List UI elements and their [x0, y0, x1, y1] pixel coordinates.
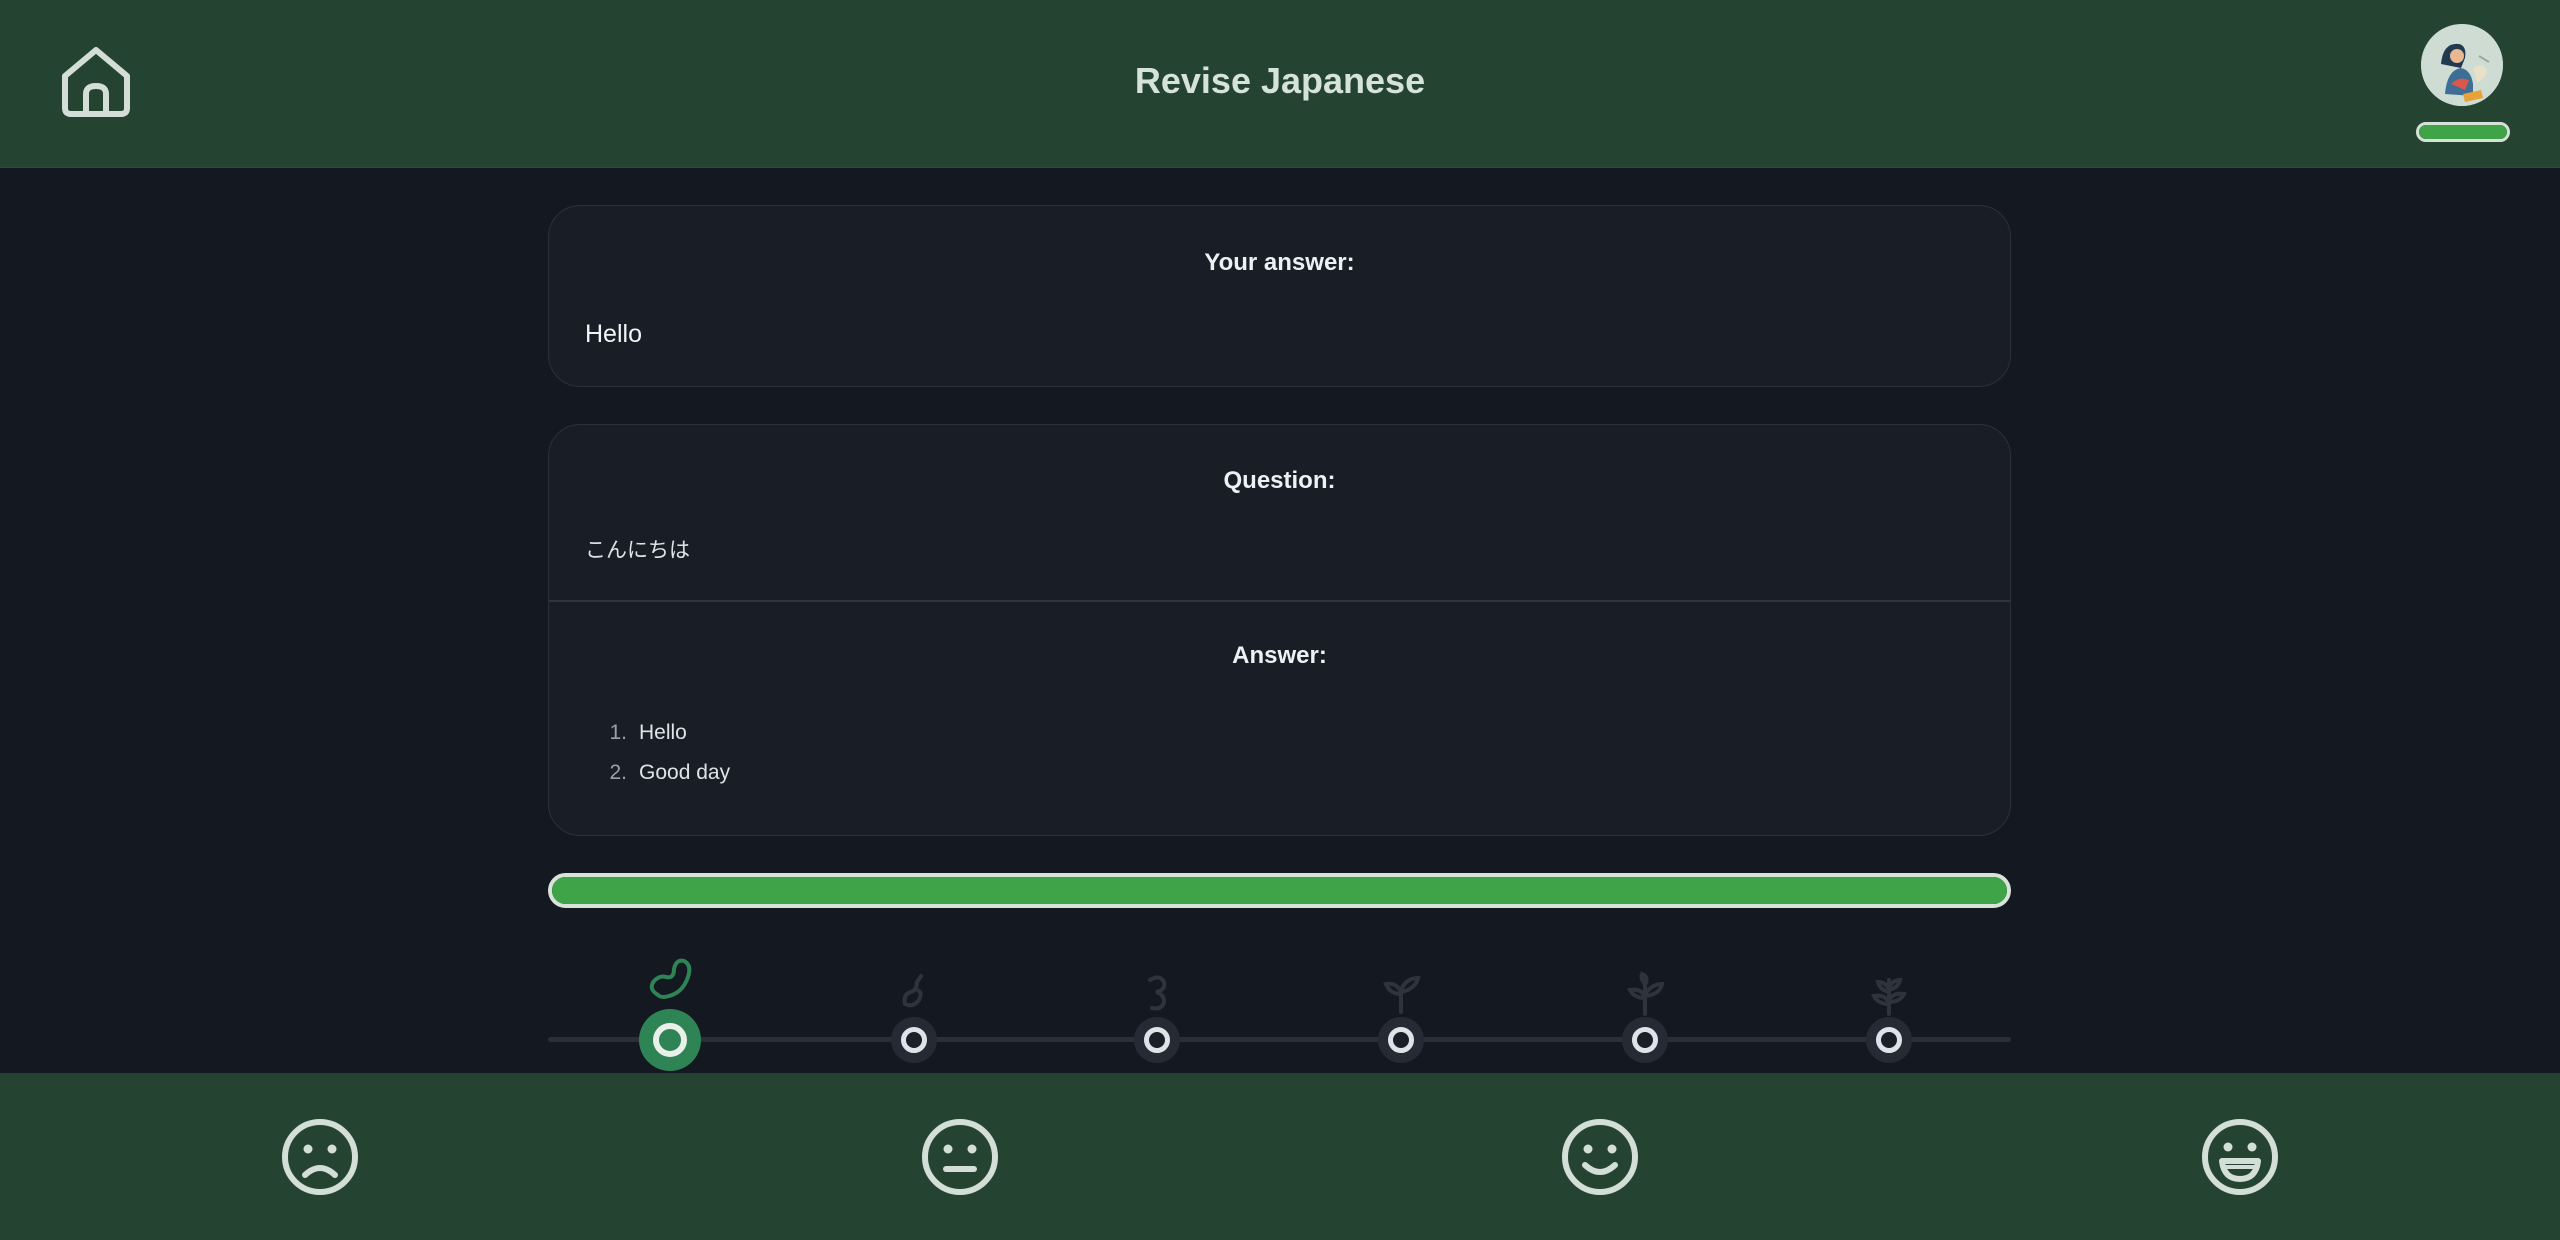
smile-face-icon [1562, 1119, 1638, 1195]
stage-node[interactable] [1134, 1017, 1180, 1063]
review-progress-fill [552, 877, 2007, 904]
your-answer-card: Your answer: Hello [548, 205, 2011, 387]
question-text: こんにちは [585, 539, 690, 562]
grin-face-icon [2202, 1119, 2278, 1195]
answer-text: Good day [639, 761, 731, 784]
question-answer-card: Question: こんにちは Answer: 1. Hello 2. Good d… [548, 424, 2011, 836]
stage-node[interactable] [1866, 1017, 1912, 1063]
rate-hard-button[interactable] [280, 1117, 360, 1197]
answer-list-item: 1. Hello [585, 719, 730, 759]
rate-good-button[interactable] [1560, 1117, 1640, 1197]
answer-list-item: 2. Good day [585, 759, 730, 799]
review-progress-bar [548, 873, 2011, 908]
your-answer-heading: Your answer: [1204, 249, 1355, 276]
rate-okay-button[interactable] [920, 1117, 1000, 1197]
xp-progress-bar [2416, 122, 2510, 142]
stage-node-current[interactable] [639, 1009, 701, 1071]
question-heading: Question: [1223, 467, 1336, 494]
answer-list: 1. Hello 2. Good day [585, 719, 730, 799]
stage-track [548, 1037, 2011, 1042]
user-avatar[interactable] [2421, 24, 2503, 106]
young-plant-icon [1627, 971, 1665, 1016]
neutral-face-icon [922, 1119, 998, 1195]
top-bar: Revise Japanese [0, 0, 2560, 168]
answer-number: 2. [609, 761, 627, 784]
stage-node[interactable] [891, 1017, 937, 1063]
bean-icon [649, 958, 692, 999]
card-divider [549, 600, 2010, 602]
answer-heading: Answer: [1232, 642, 1327, 669]
answer-number: 1. [609, 721, 627, 744]
stage-node[interactable] [1378, 1017, 1424, 1063]
xp-progress-fill [2419, 125, 2507, 139]
page-title: Revise Japanese [1134, 60, 1426, 101]
rating-bar [0, 1073, 2560, 1240]
answer-text: Hello [639, 721, 687, 744]
rate-easy-button[interactable] [2200, 1117, 2280, 1197]
plant-icon [1871, 977, 1907, 1016]
your-answer-text: Hello [585, 320, 642, 348]
avatar-image [2421, 24, 2503, 106]
sprout-seed-icon [902, 974, 923, 1008]
sad-face-icon [282, 1119, 358, 1195]
seedling-icon [1383, 975, 1421, 1014]
stage-node[interactable] [1622, 1017, 1668, 1063]
sprout-curl-icon [1148, 975, 1167, 1011]
